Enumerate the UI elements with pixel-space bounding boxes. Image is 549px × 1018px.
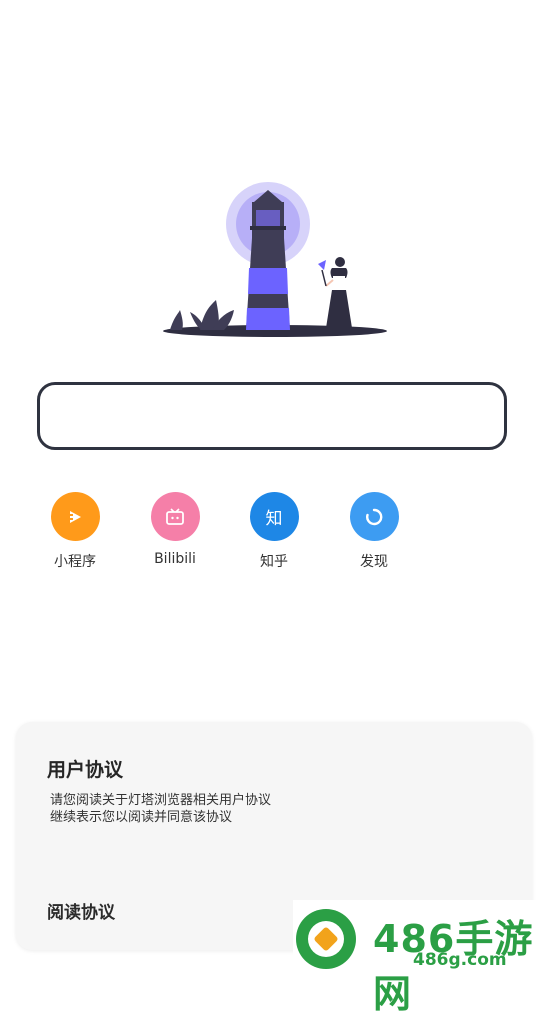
- read-agreement-link[interactable]: 阅读协议: [47, 898, 115, 923]
- search-input[interactable]: [40, 385, 504, 447]
- discover-icon: [349, 492, 399, 541]
- lighthouse-illustration: [163, 182, 387, 337]
- tv-icon: [150, 492, 200, 541]
- watermark-logo-icon: [296, 909, 356, 969]
- watermark-domain: 486g.com: [413, 950, 507, 970]
- shortcut-label: 发现: [360, 554, 388, 570]
- zhihu-icon: 知: [249, 492, 299, 541]
- shortcut-miniprogram[interactable]: 小程序: [35, 492, 115, 571]
- watermark: 486手游网 486g.com: [293, 900, 549, 1016]
- zhihu-icon-text: 知: [265, 509, 283, 529]
- shortcut-bilibili[interactable]: Bilibili: [135, 492, 215, 567]
- shortcut-discover[interactable]: 发现: [334, 492, 414, 571]
- search-box[interactable]: [37, 382, 507, 450]
- shortcut-label: Bilibili: [154, 551, 196, 567]
- agreement-text-line-2: 继续表示您以阅读并同意该协议: [50, 810, 233, 825]
- miniprogram-icon: [50, 492, 100, 541]
- agreement-title: 用户协议: [47, 759, 124, 781]
- shortcut-zhihu[interactable]: 知 知乎: [234, 492, 314, 571]
- shortcut-label: 小程序: [54, 554, 96, 570]
- shortcut-label: 知乎: [260, 554, 288, 570]
